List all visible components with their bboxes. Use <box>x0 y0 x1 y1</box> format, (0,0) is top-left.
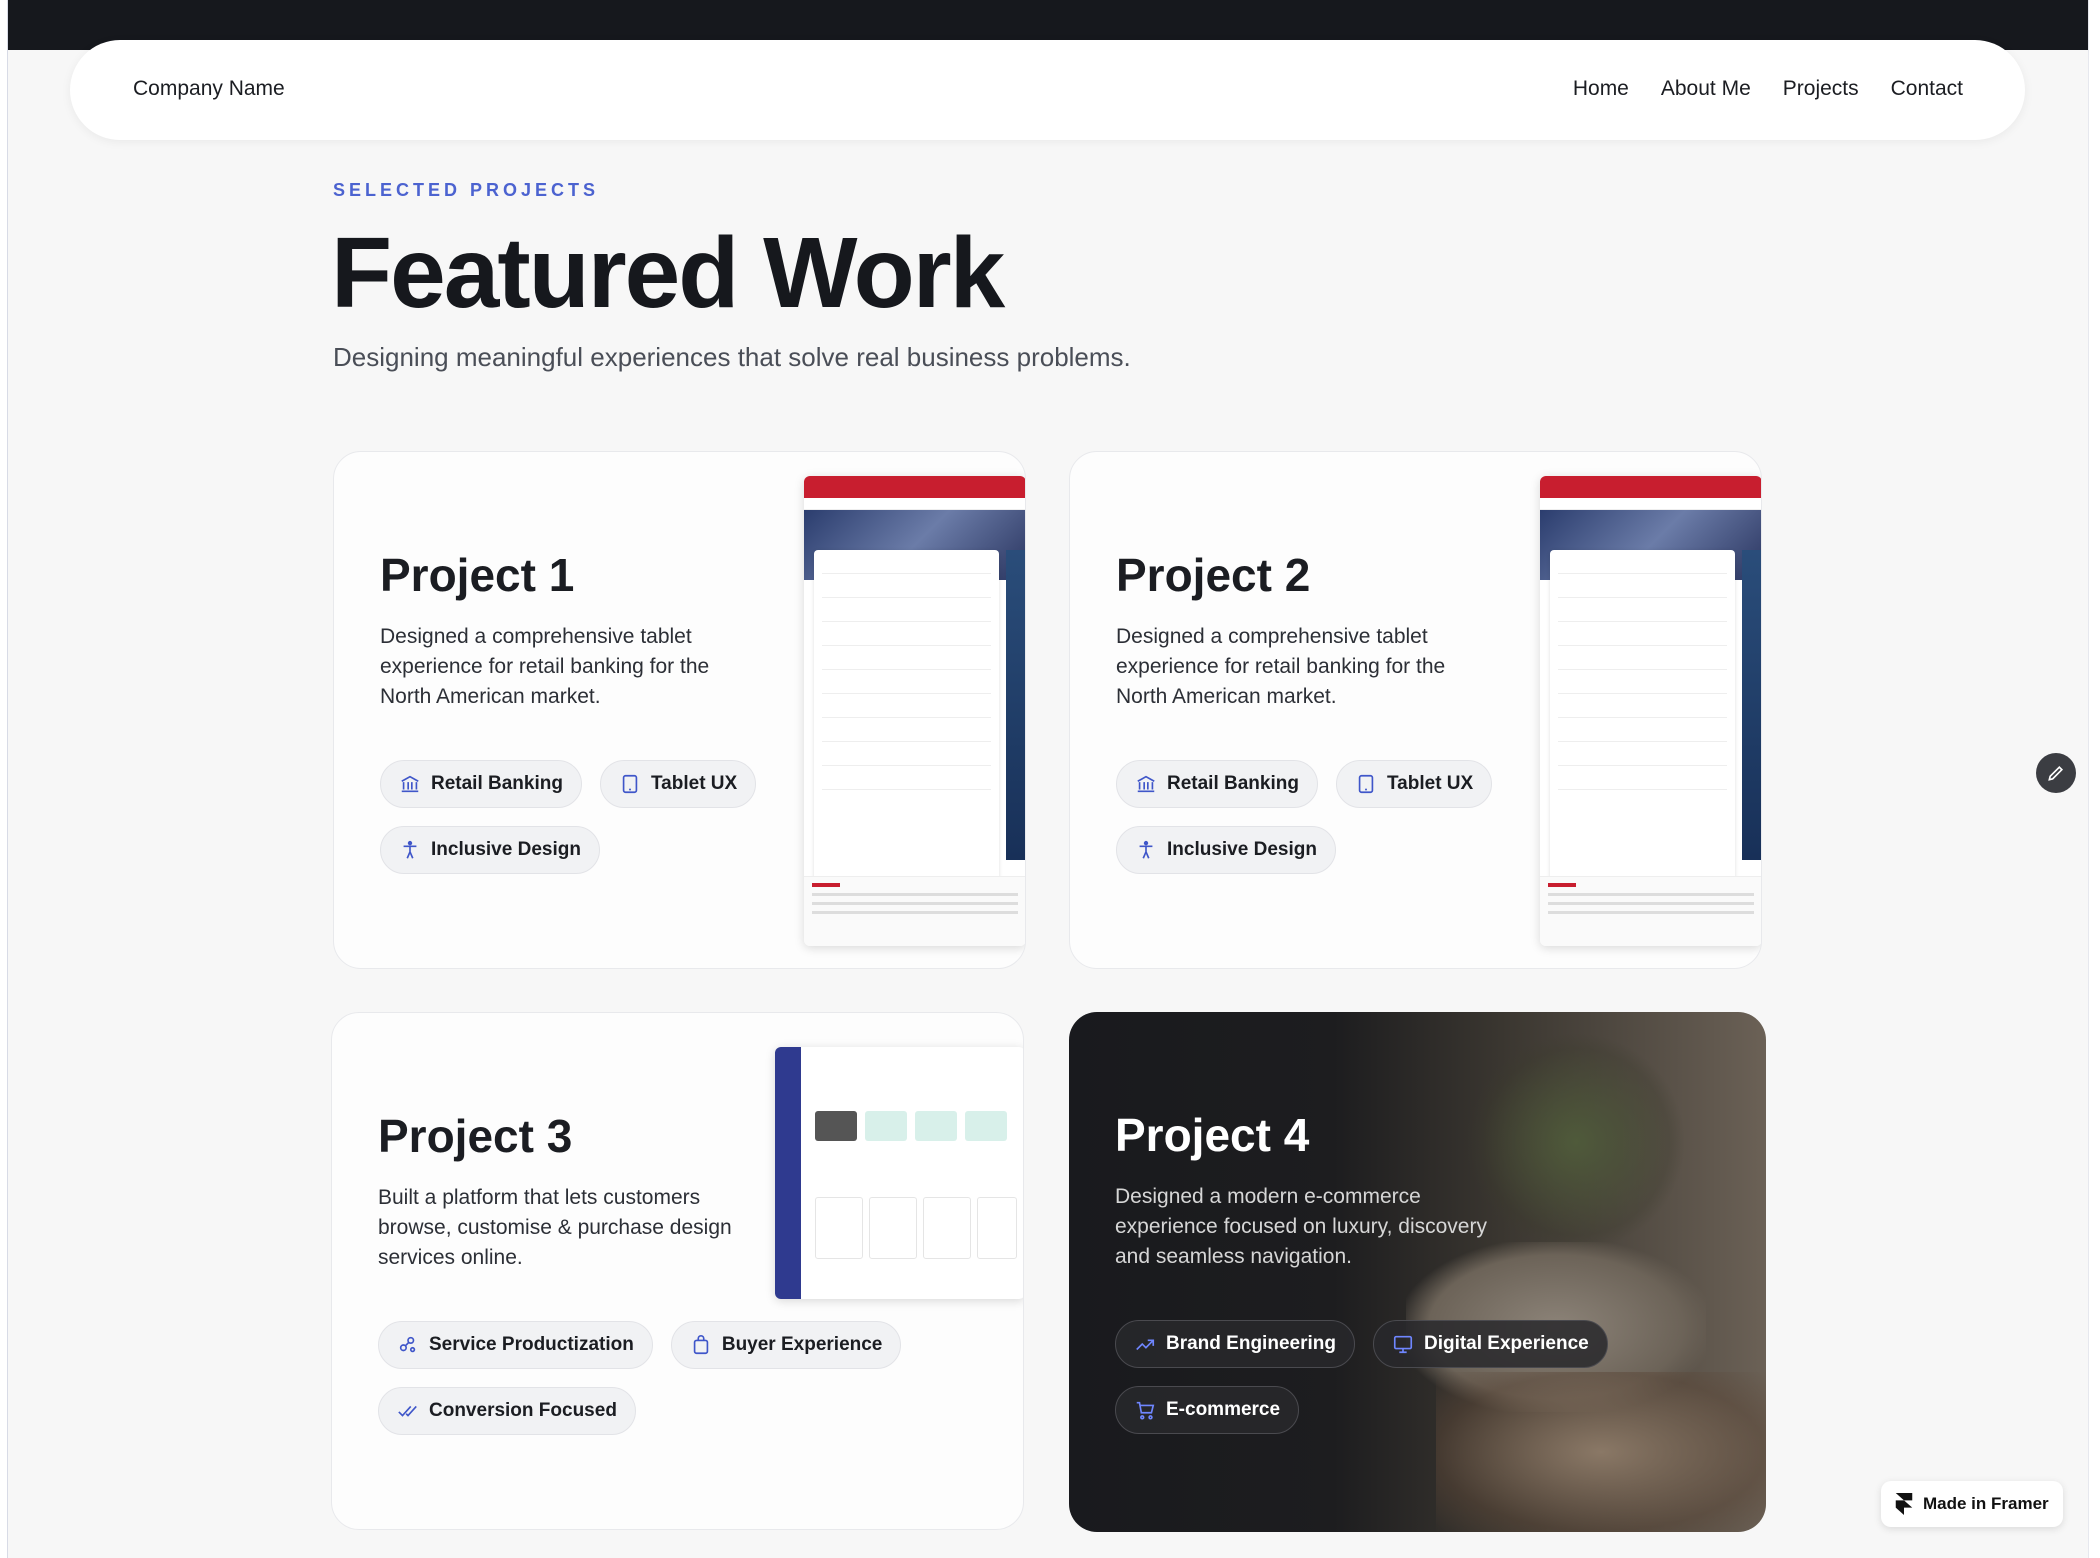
tag-list: Brand Engineering Digital Experience E-c… <box>1115 1320 1655 1434</box>
cart-icon <box>1136 1401 1155 1420</box>
tag-retail-banking: Retail Banking <box>380 760 582 808</box>
project-title: Project 4 <box>1115 1109 1310 1161</box>
project-card-2[interactable]: Project 2 Designed a comprehensive table… <box>1069 451 1762 969</box>
background-photo-plant <box>1466 1032 1686 1252</box>
navbar: Company Name Home About Me Projects Cont… <box>70 40 2025 140</box>
left-edge <box>0 0 8 1558</box>
tag-service-productization: Service Productization <box>378 1321 653 1369</box>
project-card-3[interactable]: Project 3 Built a platform that lets cus… <box>331 1012 1024 1530</box>
tag-list: Retail Banking Tablet UX Inclusive Desig… <box>1116 760 1536 874</box>
tablet-icon <box>1358 774 1374 794</box>
tag-inclusive-design: Inclusive Design <box>380 826 600 874</box>
banking-app-screenshot <box>804 476 1025 946</box>
project-card-4[interactable]: Project 4 Designed a modern e-commerce e… <box>1069 1012 1766 1532</box>
tag-inclusive-design: Inclusive Design <box>1116 826 1336 874</box>
project-description: Built a platform that lets customers bro… <box>378 1186 732 1269</box>
project-title: Project 2 <box>1116 549 1311 601</box>
design-platform-screenshot <box>775 1047 1023 1299</box>
shopping-bag-icon <box>693 1335 709 1355</box>
nav-projects[interactable]: Projects <box>1783 77 1859 101</box>
double-check-icon <box>398 1405 417 1417</box>
project-description: Designed a modern e-commerce experience … <box>1115 1185 1487 1268</box>
tag-tablet-ux: Tablet UX <box>599 760 757 808</box>
nav-home[interactable]: Home <box>1573 77 1629 101</box>
framer-logo-icon <box>1895 1493 1913 1515</box>
trend-icon <box>1136 1339 1155 1351</box>
banking-app-screenshot <box>1540 476 1761 946</box>
badge-label: Made in Framer <box>1923 1494 2049 1513</box>
brand-name[interactable]: Company Name <box>133 77 285 101</box>
accessibility-icon <box>403 840 417 859</box>
section-eyebrow: SELECTED PROJECTS <box>333 180 600 200</box>
bank-icon <box>1137 775 1155 793</box>
nav-about[interactable]: About Me <box>1661 77 1751 101</box>
tag-list: Retail Banking Tablet UX Inclusive Desig… <box>380 760 800 874</box>
project-title: Project 3 <box>378 1110 573 1162</box>
tag-brand-engineering: Brand Engineering <box>1115 1320 1355 1368</box>
tag-tablet-ux: Tablet UX <box>1335 760 1493 808</box>
page-title: Featured Work <box>331 217 1005 329</box>
nav-links: Home About Me Projects Contact <box>1573 77 1963 101</box>
pencil-icon <box>2048 765 2064 781</box>
made-in-framer-badge[interactable]: Made in Framer <box>1881 1481 2063 1527</box>
project-title: Project 1 <box>380 549 575 601</box>
screen-icon <box>1393 1335 1413 1354</box>
accessibility-icon <box>1139 840 1153 859</box>
project-card-1[interactable]: Project 1 Designed a comprehensive table… <box>333 451 1026 969</box>
project-description: Designed a comprehensive tablet experien… <box>380 625 710 708</box>
tag-retail-banking: Retail Banking <box>1116 760 1318 808</box>
tag-list: Service Productization Buyer Experience … <box>378 1321 918 1435</box>
tablet-icon <box>622 774 638 794</box>
bank-icon <box>401 775 419 793</box>
tag-buyer-experience: Buyer Experience <box>670 1321 902 1369</box>
tag-digital-experience: Digital Experience <box>1372 1320 1608 1368</box>
page-subtitle: Designing meaningful experiences that so… <box>333 342 1131 372</box>
right-edge <box>2088 0 2100 1558</box>
edit-pencil-button[interactable] <box>2036 753 2076 793</box>
nav-contact[interactable]: Contact <box>1891 77 1963 101</box>
network-icon <box>399 1336 416 1353</box>
tag-e-commerce: E-commerce <box>1115 1386 1300 1434</box>
tag-conversion-focused: Conversion Focused <box>378 1387 636 1435</box>
project-description: Designed a comprehensive tablet experien… <box>1116 625 1446 708</box>
